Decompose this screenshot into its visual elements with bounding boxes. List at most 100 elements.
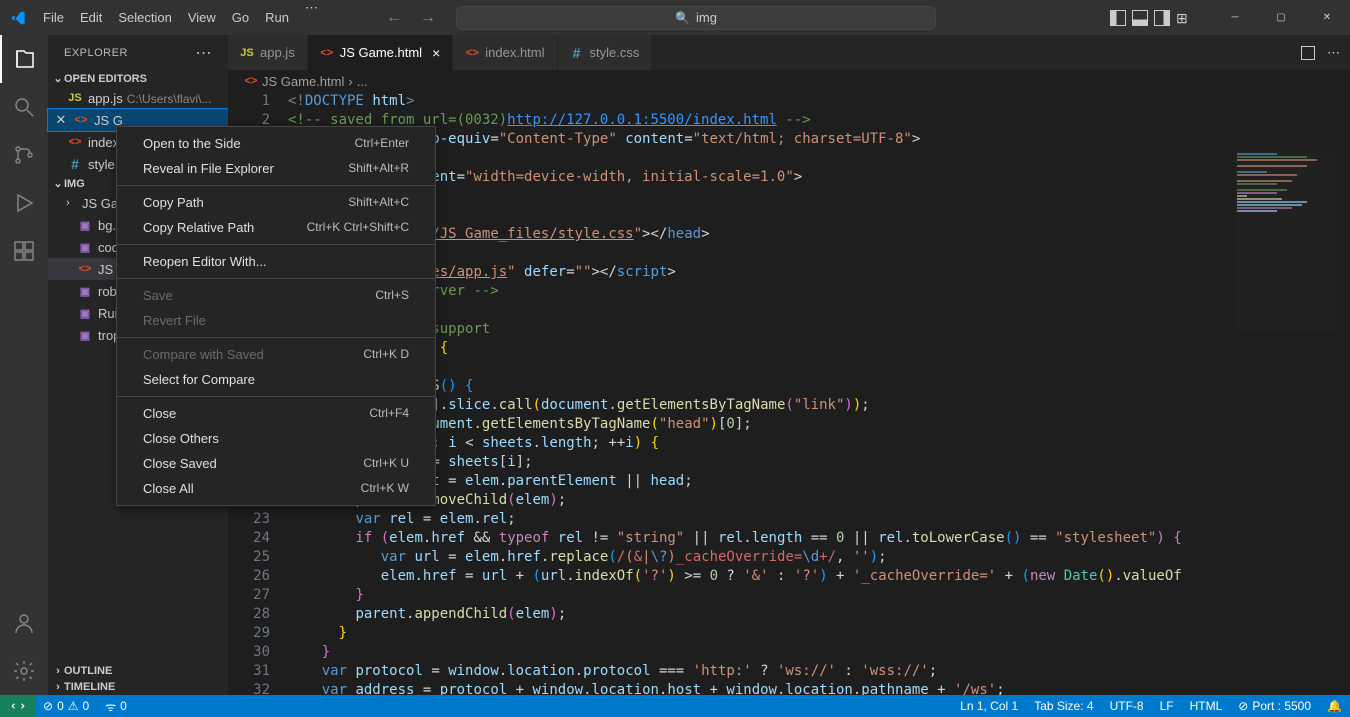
sidebar-title: EXPLORER (64, 47, 128, 59)
status-notifications-icon[interactable]: 🔔 (1319, 699, 1350, 713)
warning-icon: ⚠ (68, 699, 79, 713)
activity-settings-icon[interactable] (0, 647, 48, 695)
html-file-icon: <> (68, 135, 82, 149)
breadcrumb[interactable]: <> JS Game.html › ... (228, 70, 1350, 92)
activity-search-icon[interactable] (0, 83, 48, 131)
activity-source-control-icon[interactable] (0, 131, 48, 179)
status-errors[interactable]: ⊘0⚠0 (35, 699, 97, 713)
activity-explorer-icon[interactable] (0, 35, 48, 83)
html-file-icon: <> (320, 46, 334, 60)
status-port-left[interactable]: ᯤ0 (97, 698, 135, 715)
menu-edit[interactable]: Edit (72, 0, 110, 35)
context-menu-item[interactable]: Close AllCtrl+K W (117, 476, 435, 501)
html-file-icon: <> (465, 46, 479, 60)
context-menu-item[interactable]: Copy PathShift+Alt+C (117, 190, 435, 215)
chevron-down-icon: ⌄ (52, 177, 64, 190)
broadcast-icon: ⊘ (1238, 699, 1248, 713)
css-file-icon: # (570, 46, 584, 60)
status-live-server[interactable]: ⊘Port : 5500 (1230, 699, 1319, 713)
vscode-logo-icon (0, 10, 35, 26)
js-file-icon: JS (68, 91, 82, 105)
minimap[interactable] (1235, 152, 1335, 332)
chevron-down-icon: ⌄ (52, 72, 64, 85)
status-encoding[interactable]: UTF-8 (1102, 699, 1152, 713)
html-file-icon: <> (244, 74, 258, 88)
menu-bar: File Edit Selection View Go Run ⋯ (35, 0, 326, 35)
status-bar: ⊘0⚠0 ᯤ0 Ln 1, Col 1 Tab Size: 4 UTF-8 LF… (0, 695, 1350, 717)
menu-go[interactable]: Go (224, 0, 257, 35)
menu-file[interactable]: File (35, 0, 72, 35)
close-icon[interactable]: ✕ (54, 112, 68, 128)
section-outline[interactable]: ›OUTLINE (48, 663, 228, 679)
activity-account-icon[interactable] (0, 599, 48, 647)
js-file-icon: JS (240, 46, 254, 60)
context-menu-item[interactable]: Open to the SideCtrl+Enter (117, 131, 435, 156)
chevron-right-icon: › (52, 681, 64, 693)
image-file-icon: ▣ (78, 284, 92, 298)
title-right: ⊞ ─ ▢ ✕ (1110, 0, 1350, 35)
editor-tab[interactable]: JSapp.js (228, 35, 308, 70)
command-center[interactable]: 🔍 img (456, 6, 936, 30)
context-menu-item: Compare with SavedCtrl+K D (117, 342, 435, 367)
editor-tab[interactable]: <>index.html (453, 35, 557, 70)
section-open-editors[interactable]: ⌄ OPEN EDITORS (48, 70, 228, 87)
context-menu-item[interactable]: CloseCtrl+F4 (117, 401, 435, 426)
context-menu-item: SaveCtrl+S (117, 283, 435, 308)
breadcrumb-segment[interactable]: ... (357, 74, 368, 89)
chevron-right-icon: › (66, 197, 76, 209)
remote-indicator-icon[interactable] (0, 695, 35, 717)
context-menu-item[interactable]: Close Others (117, 426, 435, 451)
editor-tab[interactable]: #style.css (558, 35, 653, 70)
window-close-icon[interactable]: ✕ (1304, 0, 1350, 35)
context-menu-item[interactable]: Copy Relative PathCtrl+K Ctrl+Shift+C (117, 215, 435, 240)
radio-tower-icon: ᯤ (105, 698, 116, 715)
sidebar-more-icon[interactable]: ⋯ (196, 43, 213, 63)
activity-run-debug-icon[interactable] (0, 179, 48, 227)
context-menu-item[interactable]: Reveal in File ExplorerShift+Alt+R (117, 156, 435, 181)
menu-view[interactable]: View (180, 0, 224, 35)
nav-arrows: ← → (386, 9, 436, 27)
editor-context-menu: Open to the SideCtrl+EnterReveal in File… (116, 126, 436, 506)
section-timeline[interactable]: ›TIMELINE (48, 679, 228, 695)
layout-sidebar-left-icon[interactable] (1110, 10, 1126, 26)
status-ln-col[interactable]: Ln 1, Col 1 (952, 699, 1026, 713)
html-file-icon: <> (74, 113, 88, 127)
context-menu-item[interactable]: Reopen Editor With... (117, 249, 435, 274)
window-minimize-icon[interactable]: ─ (1212, 0, 1258, 35)
code-content[interactable]: <!DOCTYPE html><!-- saved from url=(0032… (288, 92, 1350, 695)
context-menu-item: Revert File (117, 308, 435, 333)
image-file-icon: ▣ (78, 306, 92, 320)
context-menu-item[interactable]: Select for Compare (117, 367, 435, 392)
nav-forward-icon[interactable]: → (420, 9, 436, 27)
image-file-icon: ▣ (78, 218, 92, 232)
activity-bar (0, 35, 48, 695)
titlebar: File Edit Selection View Go Run ⋯ ← → 🔍 … (0, 0, 1350, 35)
layout-sidebar-right-icon[interactable] (1154, 10, 1170, 26)
tab-close-icon[interactable]: × (432, 45, 440, 61)
image-file-icon: ▣ (78, 328, 92, 342)
layout-customize-icon[interactable]: ⊞ (1176, 10, 1192, 26)
editor-tab[interactable]: <>JS Game.html× (308, 35, 454, 70)
context-menu-item[interactable]: Close SavedCtrl+K U (117, 451, 435, 476)
css-file-icon: # (68, 157, 82, 171)
menu-selection[interactable]: Selection (110, 0, 179, 35)
window-maximize-icon[interactable]: ▢ (1258, 0, 1304, 35)
split-editor-icon[interactable] (1301, 46, 1315, 60)
image-file-icon: ▣ (78, 240, 92, 254)
search-icon: 🔍 (675, 11, 690, 25)
command-center-text: img (696, 10, 717, 25)
menu-more-icon[interactable]: ⋯ (297, 0, 326, 35)
chevron-right-icon: › (52, 665, 64, 677)
nav-back-icon[interactable]: ← (386, 9, 402, 27)
status-eol[interactable]: LF (1152, 699, 1182, 713)
error-icon: ⊘ (43, 699, 53, 713)
editor-more-icon[interactable]: ⋯ (1327, 45, 1340, 61)
status-tab-size[interactable]: Tab Size: 4 (1026, 699, 1101, 713)
activity-extensions-icon[interactable] (0, 227, 48, 275)
layout-panel-icon[interactable] (1132, 10, 1148, 26)
breadcrumb-segment[interactable]: JS Game.html (262, 74, 344, 89)
status-language[interactable]: HTML (1182, 699, 1231, 713)
open-editor-item[interactable]: JS app.jsC:\Users\flavi\... (48, 87, 228, 109)
html-file-icon: <> (78, 262, 92, 276)
menu-run[interactable]: Run (257, 0, 297, 35)
